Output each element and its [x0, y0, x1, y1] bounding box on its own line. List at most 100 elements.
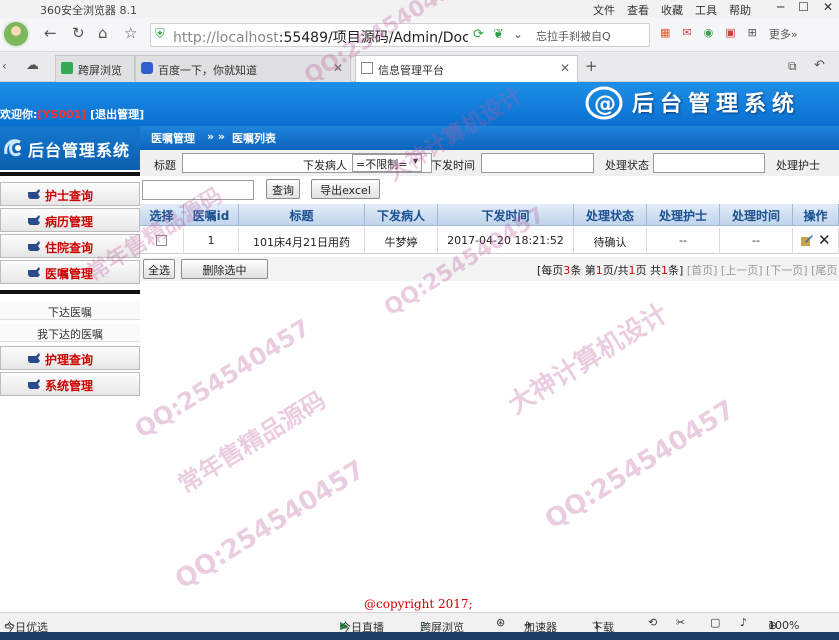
- query-button[interactable]: 查询: [266, 179, 300, 199]
- th-status: 处理状态: [574, 204, 647, 226]
- browser-menu: 文件 查看 收藏 工具 帮助: [593, 2, 751, 18]
- total-pages: 1: [628, 264, 636, 277]
- sidebar-item-care-query[interactable]: 护理查询: [0, 346, 140, 370]
- menu-view[interactable]: 查看: [627, 2, 649, 18]
- ad-block-icon[interactable]: ▣: [725, 26, 735, 42]
- sidebar-item-inpatient[interactable]: 住院查询: [0, 234, 140, 258]
- mail-icon[interactable]: ✉: [682, 26, 691, 42]
- cell-status: 待确认: [574, 228, 647, 254]
- filter-row: 标题 下发病人 =不限制= 下发时间 处理状态 处理护士: [140, 150, 839, 176]
- coin-icon[interactable]: ◉: [704, 26, 714, 42]
- menu-favorites[interactable]: 收藏: [661, 2, 683, 18]
- edit-icon[interactable]: [800, 233, 814, 247]
- pointing-hand-icon: [28, 267, 40, 277]
- toolbar-right: ▦ ✉ ◉ ▣ ⊞ 更多»: [660, 26, 798, 42]
- sidebar-item-system[interactable]: 系统管理: [0, 372, 140, 396]
- title-label: 标题: [154, 159, 176, 172]
- patient-select[interactable]: =不限制=: [352, 154, 422, 172]
- refresh-green-icon[interactable]: ⟳: [473, 27, 484, 42]
- delete-icon[interactable]: ✕: [818, 231, 831, 249]
- sidebar-sub-my-orders[interactable]: 我下达的医嘱: [0, 324, 140, 342]
- sidebar-item-orders[interactable]: 医嘱管理: [0, 260, 140, 284]
- apps-grid-icon[interactable]: ▦: [660, 26, 670, 42]
- sidebar-sub-issue-order[interactable]: 下达医嘱: [0, 302, 140, 320]
- sidebar-item-nurse-query[interactable]: 护士查询: [0, 182, 140, 206]
- pointing-hand-icon: [28, 215, 40, 225]
- speaker-icon[interactable]: ♪: [740, 616, 747, 629]
- menu-help[interactable]: 帮助: [729, 2, 751, 18]
- status-input[interactable]: [653, 153, 765, 173]
- menu-file[interactable]: 文件: [593, 2, 615, 18]
- window-restore-icon[interactable]: ⧉: [788, 59, 797, 74]
- current-page: 1: [595, 264, 603, 277]
- next-page-link[interactable]: [下一页]: [766, 264, 808, 277]
- row-select-cell: [140, 228, 184, 254]
- url-input[interactable]: ⛨ http://localhost:55489/项目源码/Admin/Doct…: [150, 23, 650, 47]
- pagination: [每页3条 第1页/共1页 共1条] [首页] [上一页] [下一页] [尾页: [537, 264, 838, 277]
- user-avatar[interactable]: [2, 20, 30, 48]
- phone-icon: [61, 62, 73, 74]
- search-suggestion[interactable]: 忘拉手刹被自Q: [536, 28, 648, 44]
- grid-icon[interactable]: ⊞: [748, 26, 757, 42]
- new-tab-icon[interactable]: +: [585, 57, 598, 75]
- system-title: 后台管理系统: [632, 92, 801, 117]
- home-icon[interactable]: ⌂: [98, 24, 108, 42]
- prev-page-link[interactable]: [上一页]: [721, 264, 763, 277]
- history-icon[interactable]: ⟲: [648, 616, 657, 629]
- close-window-icon[interactable]: ✕: [823, 0, 833, 14]
- close-tab-icon[interactable]: ✕: [333, 61, 343, 75]
- first-page-link[interactable]: [首页]: [687, 264, 718, 277]
- maximize-icon[interactable]: ☐: [798, 0, 809, 14]
- nurse-label: 处理护士: [776, 159, 820, 172]
- th-select: 选择: [140, 204, 184, 226]
- last-page-link[interactable]: [尾页: [811, 264, 837, 277]
- tab-bar: ‹ ☁ 跨屏浏览 百度一下，你就知道 ✕ 信息管理平台 ✕ + ⧉ ↶: [0, 52, 839, 82]
- compass-icon[interactable]: ⊛: [496, 616, 505, 629]
- breadcrumb-page: 医嘱列表: [232, 132, 276, 145]
- th-time: 下发时间: [438, 204, 574, 226]
- back-arrow-icon[interactable]: ←: [44, 24, 57, 42]
- delete-selected-button[interactable]: 删除选中: [181, 259, 268, 279]
- time-label: 下发时间: [431, 159, 475, 172]
- tab-cross-screen[interactable]: 跨屏浏览: [55, 55, 135, 82]
- row-checkbox[interactable]: [156, 235, 167, 246]
- select-all-button[interactable]: 全选: [143, 259, 175, 279]
- table-row: 1 101床4月21日用药 牛梦婷 2017-04-20 18:21:52 待确…: [140, 228, 839, 254]
- minimize-icon[interactable]: ─: [777, 0, 784, 14]
- screenshot-icon[interactable]: ✂: [676, 616, 685, 629]
- cloud-icon[interactable]: ☁: [26, 58, 39, 73]
- at-logo-icon: @: [585, 86, 623, 120]
- pointing-hand-icon: [28, 189, 40, 199]
- tab-baidu[interactable]: 百度一下，你就知道 ✕: [135, 55, 351, 82]
- menu-tools[interactable]: 工具: [695, 2, 717, 18]
- refresh-icon[interactable]: ↻: [72, 24, 85, 42]
- undo-icon[interactable]: ↶: [814, 58, 825, 73]
- nurse-input[interactable]: [142, 180, 254, 200]
- breadcrumb: 医嘱管理 » » 医嘱列表: [140, 126, 839, 150]
- leaf-icon[interactable]: ❦: [493, 27, 504, 42]
- chevron-left-icon[interactable]: ‹: [2, 59, 7, 73]
- swirl-logo-icon: [4, 139, 22, 157]
- th-actions: 操作: [793, 204, 839, 226]
- window-controls: ─ ☐ ✕: [777, 0, 833, 14]
- logout-link[interactable]: [退出管理]: [90, 108, 144, 121]
- watermark-design: 大神计算机设计: [503, 298, 674, 421]
- patient-label: 下发病人: [303, 159, 347, 172]
- chevron-down-icon[interactable]: ⌄: [513, 27, 523, 41]
- close-tab-icon[interactable]: ✕: [560, 61, 570, 75]
- more-menu[interactable]: 更多»: [769, 26, 798, 42]
- page-icon: [361, 62, 373, 74]
- time-input[interactable]: [481, 153, 594, 173]
- window-icon[interactable]: ▢: [710, 616, 720, 629]
- breadcrumb-section[interactable]: 医嘱管理: [151, 130, 195, 146]
- export-excel-button[interactable]: 导出excel: [311, 179, 380, 199]
- sidebar-item-records[interactable]: 病历管理: [0, 208, 140, 232]
- cell-actions: ✕: [793, 228, 839, 254]
- th-patient: 下发病人: [365, 204, 438, 226]
- th-handled-time: 处理时间: [720, 204, 793, 226]
- tab-info-platform[interactable]: 信息管理平台 ✕: [355, 55, 578, 82]
- total-count: 1: [661, 264, 669, 277]
- star-icon[interactable]: ☆: [124, 24, 137, 42]
- cell-time: 2017-04-20 18:21:52: [438, 228, 574, 254]
- cell-nurse: --: [647, 228, 720, 254]
